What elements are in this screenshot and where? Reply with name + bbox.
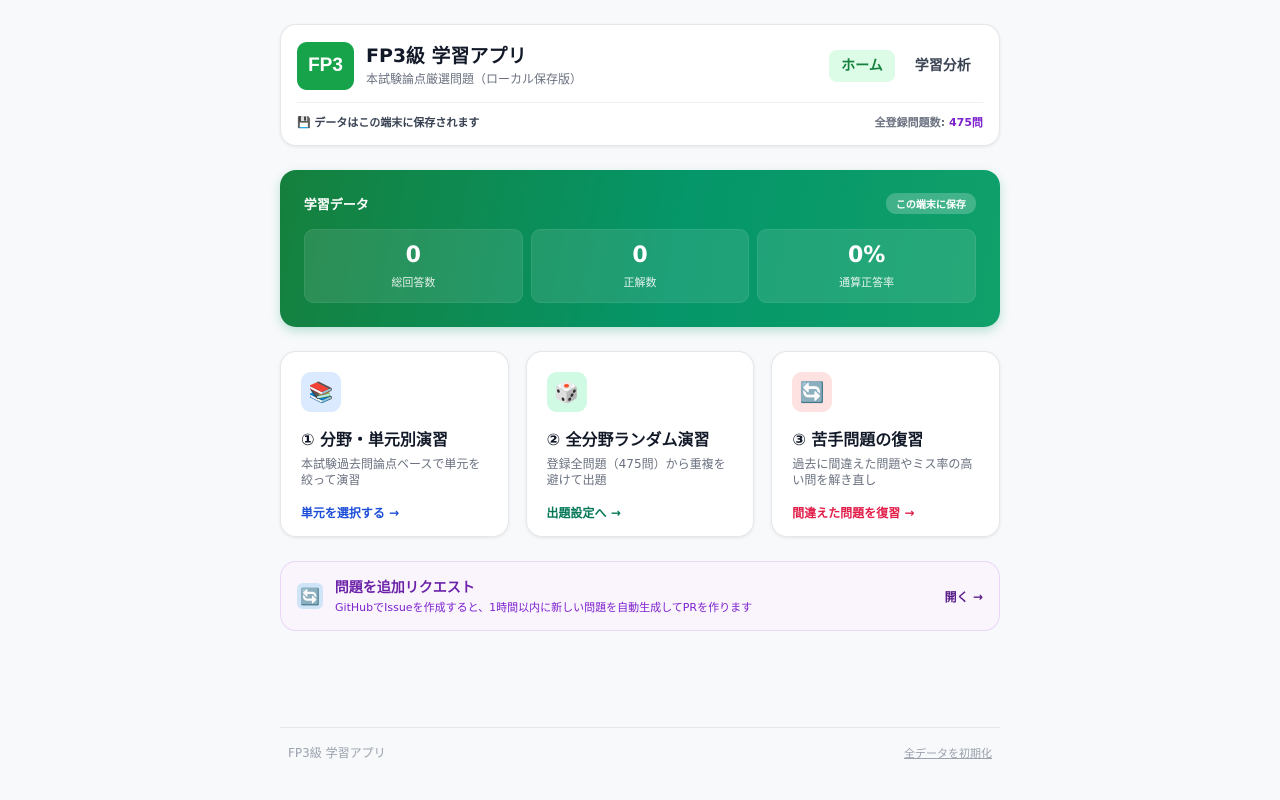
- stat-accuracy-rate: 0% 通算正答率: [757, 229, 977, 303]
- stat-label: 通算正答率: [839, 276, 895, 289]
- stat-correct-answers: 0 正解数: [530, 229, 750, 303]
- select-unit-link[interactable]: 単元を選択する →: [301, 504, 488, 521]
- storage-badge: この端末に保存: [886, 192, 976, 214]
- stat-label: 正解数: [623, 276, 657, 289]
- question-count-value: 475問: [949, 115, 983, 129]
- app-title: FP3級 学習アプリ: [366, 45, 527, 67]
- reset-data-link[interactable]: 全データを初期化: [904, 745, 992, 761]
- main-nav: ホーム 学習分析: [829, 49, 983, 82]
- mode-card-random[interactable]: 🎲 ② 全分野ランダム演習 登録全問題（475問）から重複を避けて出題 出題設定…: [525, 351, 755, 537]
- mode-title: ③ 苦手問題の復習: [792, 430, 924, 449]
- mode-description: 過去に間違えた問題やミス率の高い問を解き直し: [792, 457, 973, 487]
- quiz-settings-link[interactable]: 出題設定へ →: [547, 504, 734, 521]
- storage-note: 💾 データはこの端末に保存されます: [297, 115, 480, 129]
- question-count: 全登録問題数: 475問: [875, 114, 983, 130]
- repeat-icon: 🔄: [792, 372, 833, 412]
- request-subtitle: GitHubでIssueを作成すると、1時間以内に新しい問題を自動生成してPRを…: [335, 601, 753, 614]
- mode-card-review[interactable]: 🔄 ③ 苦手問題の復習 過去に間違えた問題やミス率の高い問を解き直し 間違えた問…: [771, 351, 1001, 537]
- learning-stats-card: 学習データ この端末に保存 0 総回答数 0 正解数 0% 通算正答率: [280, 170, 1000, 327]
- nav-analysis-button[interactable]: 学習分析: [903, 50, 983, 82]
- books-icon: 📚: [301, 372, 341, 412]
- request-title: 問題を追加リクエスト: [335, 580, 475, 596]
- mode-cards: 📚 ① 分野・単元別演習 本試験過去問論点ベースで単元を絞って演習 単元を選択す…: [280, 351, 1001, 537]
- repeat-icon: 🔄: [297, 583, 323, 609]
- open-request-link[interactable]: 開く →: [945, 588, 983, 605]
- question-request-banner[interactable]: 🔄 問題を追加リクエスト GitHubでIssueを作成すると、1時間以内に新し…: [280, 561, 1000, 631]
- app-header: FP3 FP3級 学習アプリ 本試験論点厳選問題（ローカル保存版） ホーム 学習…: [280, 24, 1000, 146]
- mode-title: ① 分野・単元別演習: [301, 430, 449, 449]
- stats-title: 学習データ: [304, 197, 370, 213]
- app-subtitle: 本試験論点厳選問題（ローカル保存版）: [366, 72, 583, 86]
- stat-value: 0: [405, 243, 421, 268]
- app-logo[interactable]: FP3: [297, 41, 354, 90]
- mode-card-by-unit[interactable]: 📚 ① 分野・単元別演習 本試験過去問論点ベースで単元を絞って演習 単元を選択す…: [280, 351, 509, 537]
- mode-title: ② 全分野ランダム演習: [546, 430, 710, 449]
- stat-value: 0: [632, 243, 648, 268]
- review-mistakes-link[interactable]: 間違えた問題を復習 →: [792, 504, 979, 521]
- question-count-label: 全登録問題数:: [874, 115, 946, 129]
- footer: FP3級 学習アプリ 全データを初期化: [280, 727, 1000, 777]
- stat-label: 総回答数: [391, 276, 436, 289]
- nav-home-button[interactable]: ホーム: [829, 49, 895, 82]
- footer-app-name: FP3級 学習アプリ: [288, 746, 386, 760]
- mode-description: 本試験過去問論点ベースで単元を絞って演習: [301, 457, 481, 487]
- stat-total-answers: 0 総回答数: [304, 229, 523, 303]
- dice-icon: 🎲: [546, 372, 587, 412]
- mode-description: 登録全問題（475問）から重複を避けて出題: [546, 457, 726, 487]
- stat-value: 0%: [848, 243, 886, 268]
